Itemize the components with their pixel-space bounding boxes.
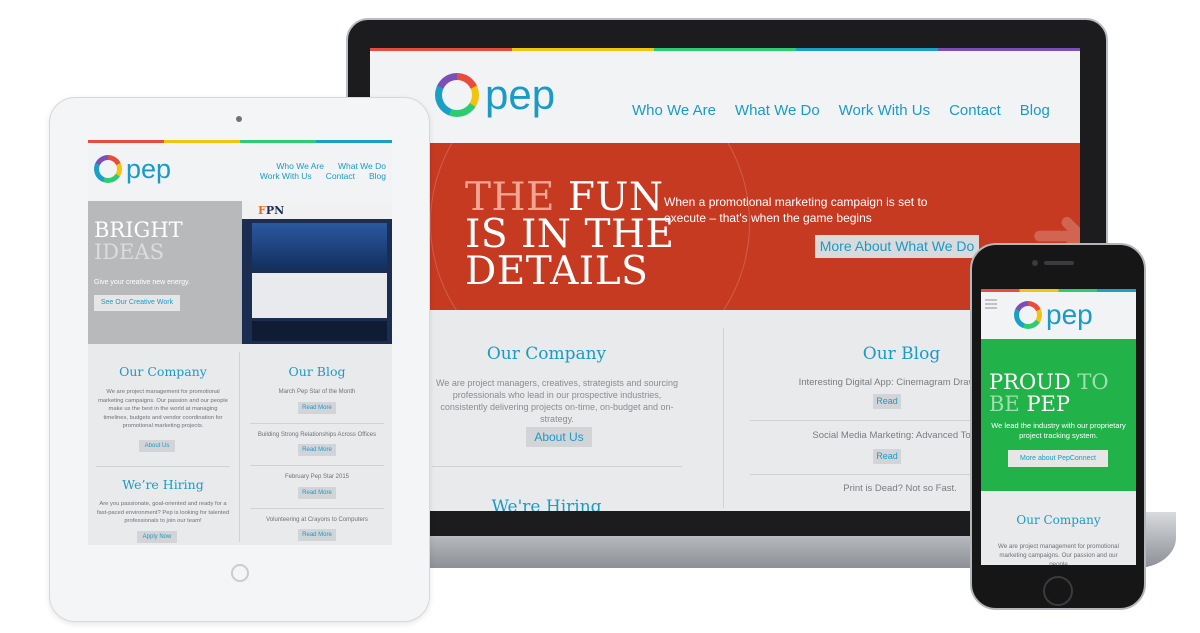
hiring-text: Are you passionate, goal-oriented and re… [96,501,230,524]
fpn-logo-letter: F [258,204,266,217]
hero-title-line: IS IN THE [465,212,675,257]
pep-logo[interactable]: pep [94,155,171,183]
blog-title: Our Blog [288,364,346,379]
pep-logo[interactable]: pep [435,73,555,117]
about-us-button[interactable]: About Us [139,440,175,452]
phone-home-button [1043,576,1073,606]
hero-banner: BRIGHT IDEAS Give your creative new ener… [88,201,242,344]
hero-title-line: DETAILS [465,249,649,294]
hero-text: When a promotional marketing campaign is… [664,195,928,225]
pep-logo-word: pep [126,154,172,184]
main-nav: Who We Are What We Do Work With Us Conta… [236,161,386,181]
nav-blog[interactable]: Blog [1020,102,1050,119]
pep-logo-word: pep [485,71,556,118]
blog-post-title[interactable]: March Pep Star of the Month [242,389,392,395]
phone-screen: pep PROUD TO BE PEP We lead the industry… [981,289,1136,565]
company-text: We are project managers, creatives, stra… [436,378,678,424]
phone-speaker [1044,261,1074,265]
fpn-logo-letters: PN [265,204,285,217]
left-column: Our Company We are project management fo… [88,344,238,545]
nav-what-we-do[interactable]: What We Do [338,161,386,171]
column-divider [239,352,240,542]
divider [250,465,384,466]
hero-title-word: BE [989,392,1020,416]
hero-text: Give your creative new energy. [94,279,190,286]
company-text: We are project management for promotiona… [998,543,1119,565]
read-more-button[interactable]: Read More [298,529,336,541]
pep-logo-ring-icon [1014,301,1042,329]
pep-logo-ring-icon [435,73,479,117]
blog-post-title[interactable]: Building Strong Relationships Across Off… [242,432,392,438]
tablet-screen: pep Who We Are What We Do Work With Us C… [88,140,392,545]
hero-title: PROUD TO BE PEP [989,371,1109,415]
company-title: Our Company [1016,513,1101,527]
site-header: pep Who We Are What We Do Work With Us C… [88,143,392,201]
hero-title-line: IDEAS [94,240,165,264]
fpn-events-table [252,273,387,318]
nav-blog[interactable]: Blog [369,171,386,181]
phone-device: pep PROUD TO BE PEP We lead the industry… [970,243,1146,610]
blog-post-title[interactable]: Volunteering at Crayons to Computers [242,517,392,523]
portfolio-screenshot[interactable]: FPN [242,201,392,344]
pep-logo[interactable]: pep [1014,301,1093,329]
fpn-logo: FPN [258,204,284,217]
read-button[interactable]: Read [873,394,901,409]
tablet-device: pep Who We Are What We Do Work With Us C… [49,97,430,622]
tablet-camera [236,116,242,122]
nav-who-we-are[interactable]: Who We Are [276,161,324,171]
hero-title-line: BRIGHT [94,218,183,242]
pep-logo-word: pep [1046,299,1093,330]
phone-camera [1032,260,1038,266]
hamburger-menu-icon[interactable] [985,299,997,311]
nav-work-with-us[interactable]: Work With Us [260,171,312,181]
hero-title-word: TO [1077,370,1109,394]
hero-title: THE FUN IS IN THE DETAILS [465,178,675,294]
divider [432,466,682,467]
nav-work-with-us[interactable]: Work With Us [839,102,930,119]
nav-who-we-are[interactable]: Who We Are [632,102,716,119]
main-nav: Who We Are What We Do Work With Us Conta… [632,102,1050,119]
fpn-hero-image [252,223,387,269]
apply-now-button[interactable]: Apply Now [137,531,177,543]
blog-post-title[interactable]: February Pep Star 2015 [242,474,392,480]
divider [250,508,384,509]
more-about-pepconnect-button[interactable]: More about PepConnect [1008,450,1108,467]
more-about-button[interactable]: More About What We Do [815,235,979,258]
see-creative-work-button[interactable]: See Our Creative Work [94,295,180,311]
hero-banner: PROUD TO BE PEP We lead the industry wit… [981,339,1136,491]
read-more-button[interactable]: Read More [298,402,336,414]
company-title: Our Company [119,364,207,379]
read-more-button[interactable]: Read More [298,444,336,456]
read-more-button[interactable]: Read More [298,487,336,499]
pep-logo-ring-icon [94,155,122,183]
read-button[interactable]: Read [873,449,901,464]
hero-text: We lead the industry with our proprietar… [991,421,1126,440]
hero-title-word: PROUD [989,370,1071,394]
company-text: We are project management for promotiona… [98,389,228,429]
divider [250,423,384,424]
about-us-button[interactable]: About Us [526,427,592,447]
hiring-title: We’re Hiring [122,477,204,492]
nav-what-we-do[interactable]: What We Do [735,102,820,119]
divider [96,466,230,467]
tablet-home-button [231,564,249,582]
nav-contact[interactable]: Contact [949,102,1001,119]
site-header: pep [981,292,1136,339]
right-column: Our Blog March Pep Star of the Month Rea… [242,344,392,545]
fpn-footer [252,321,387,341]
hero-title: BRIGHT IDEAS [94,219,183,263]
hero-title-word: PEP [1026,392,1071,416]
nav-contact[interactable]: Contact [326,171,355,181]
site-header: pep Who We Are What We Do Work With Us C… [370,51,1080,143]
